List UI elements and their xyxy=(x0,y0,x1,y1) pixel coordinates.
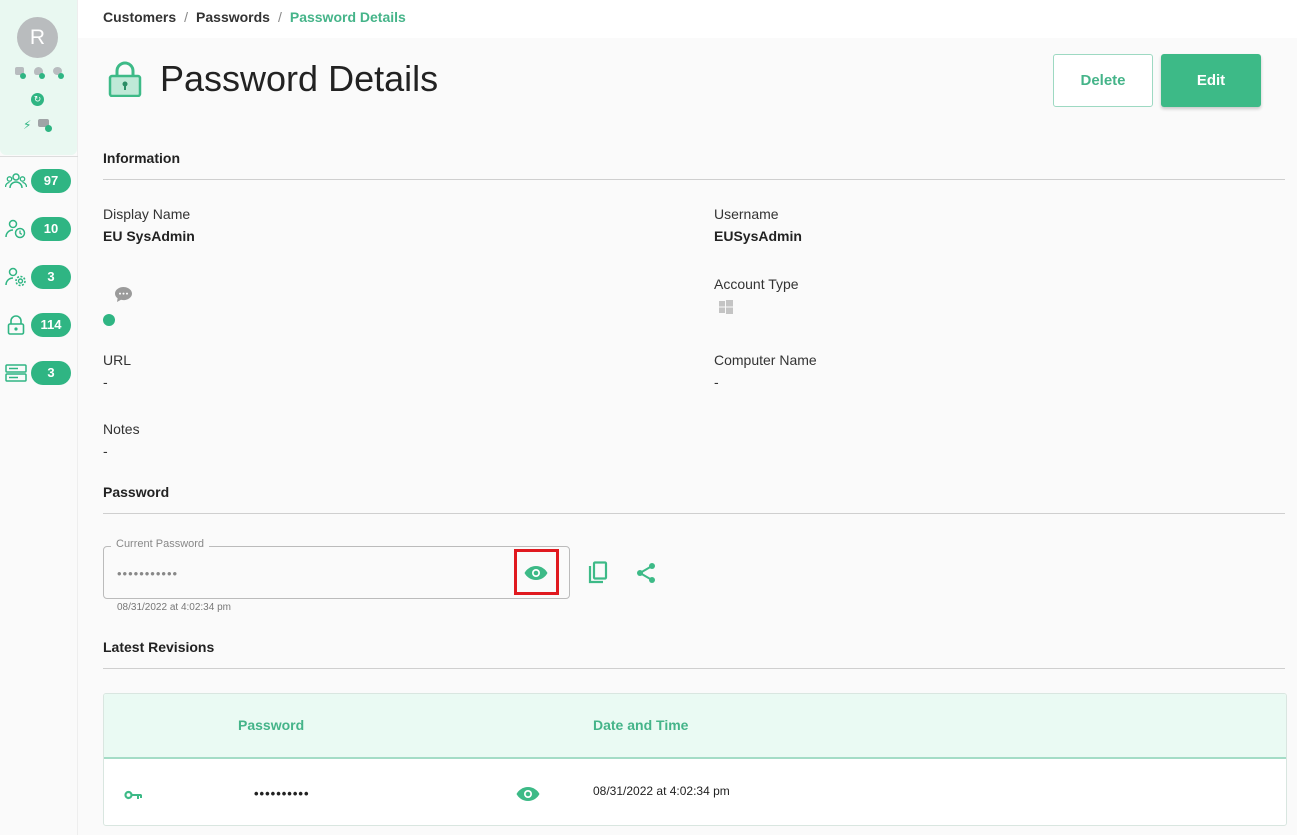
profile-card: R ↻ ⚡ xyxy=(0,0,77,155)
avatar[interactable]: R xyxy=(17,17,58,58)
bolt-icon: ⚡ xyxy=(23,118,32,132)
column-header-password[interactable]: Password xyxy=(238,717,304,733)
delete-button[interactable]: Delete xyxy=(1053,54,1153,107)
revision-date-value: 08/31/2022 at 4:02:34 pm xyxy=(593,784,730,798)
shield-status-icon xyxy=(33,66,45,79)
user-gear-icon xyxy=(5,267,26,287)
section-divider xyxy=(103,668,1285,669)
username-value: EUSysAdmin xyxy=(714,228,802,244)
revision-password-value: •••••••••• xyxy=(254,786,310,801)
display-name-value: EU SysAdmin xyxy=(103,228,195,244)
notes-value: - xyxy=(103,443,108,459)
globe-status-icon xyxy=(52,66,64,79)
sidebar: R ↻ ⚡ 97 10 3 114 3 xyxy=(0,0,78,835)
servers-count-badge: 3 xyxy=(31,361,71,385)
current-password-label: Current Password xyxy=(111,538,210,550)
account-type-label: Account Type xyxy=(714,276,799,292)
sidebar-divider xyxy=(0,156,78,157)
copy-icon[interactable] xyxy=(587,561,609,585)
online-dot-icon xyxy=(45,125,52,132)
show-revision-eye-icon[interactable] xyxy=(516,786,540,802)
lock-icon xyxy=(7,315,25,335)
page-title: Password Details xyxy=(160,58,439,99)
monitor-status-icon xyxy=(14,66,26,79)
sidebar-item-user-activity[interactable]: 10 xyxy=(5,217,73,241)
users-count-badge: 97 xyxy=(31,169,71,193)
current-password-value: ••••••••••• xyxy=(117,566,179,581)
user-clock-icon xyxy=(5,219,26,239)
computer-name-value: - xyxy=(714,374,719,390)
status-dot-icon xyxy=(103,314,115,326)
edit-button[interactable]: Edit xyxy=(1161,54,1261,107)
user-settings-count-badge: 3 xyxy=(31,265,71,289)
password-section-title: Password xyxy=(103,484,170,500)
chat-bubble-icon[interactable] xyxy=(114,286,133,303)
breadcrumb-current: Password Details xyxy=(289,9,406,25)
table-header: Password Date and Time xyxy=(104,694,1286,759)
username-label: Username xyxy=(714,206,779,222)
sidebar-item-servers[interactable]: 3 xyxy=(5,361,73,385)
display-name-label: Display Name xyxy=(103,206,191,222)
notes-label: Notes xyxy=(103,421,140,437)
url-value: - xyxy=(103,374,108,390)
column-header-date[interactable]: Date and Time xyxy=(593,717,688,733)
user-activity-count-badge: 10 xyxy=(31,217,71,241)
breadcrumb-passwords[interactable]: Passwords xyxy=(196,9,270,25)
key-icon xyxy=(124,790,142,800)
sidebar-item-user-settings[interactable]: 3 xyxy=(5,265,73,289)
sidebar-item-users[interactable]: 97 xyxy=(5,169,73,193)
password-timestamp: 08/31/2022 at 4:02:34 pm xyxy=(117,602,231,613)
sync-status-icon: ↻ xyxy=(31,93,44,106)
computer-name-label: Computer Name xyxy=(714,352,817,368)
breadcrumb-separator: / xyxy=(184,9,189,25)
status-icons-row-2: ⚡ xyxy=(23,118,55,134)
sidebar-item-passwords[interactable]: 114 xyxy=(5,313,73,337)
users-group-icon xyxy=(5,173,27,189)
lock-icon xyxy=(108,61,142,97)
breadcrumb: Customers / Passwords / Password Details xyxy=(103,9,406,25)
url-label: URL xyxy=(103,352,132,368)
status-icons-row xyxy=(14,66,64,79)
breadcrumb-separator: / xyxy=(277,9,282,25)
revisions-table: Password Date and Time •••••••••• 08/31/… xyxy=(103,693,1287,826)
show-password-eye-icon[interactable] xyxy=(524,565,548,581)
section-divider xyxy=(103,513,1285,514)
information-section-title: Information xyxy=(103,150,180,166)
revisions-section-title: Latest Revisions xyxy=(103,639,215,655)
section-divider xyxy=(103,179,1285,180)
server-icon xyxy=(5,364,27,382)
breadcrumb-customers[interactable]: Customers xyxy=(103,9,176,25)
passwords-count-badge: 114 xyxy=(31,313,71,337)
share-icon[interactable] xyxy=(635,562,657,584)
windows-icon xyxy=(719,300,733,314)
